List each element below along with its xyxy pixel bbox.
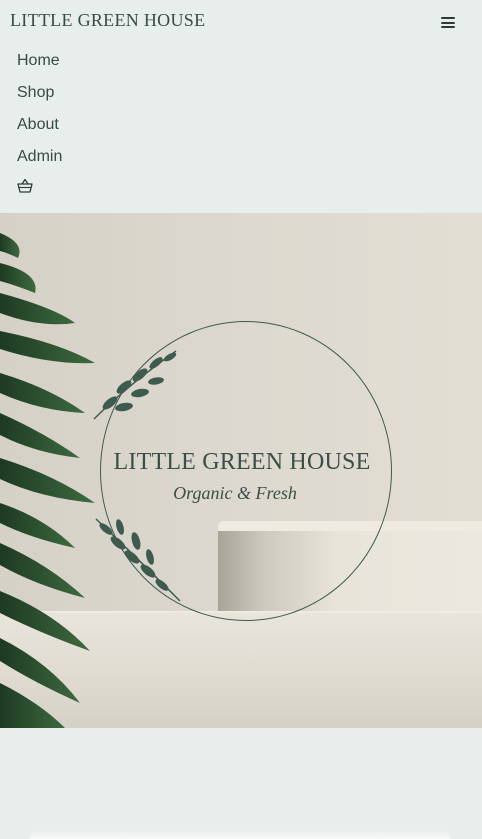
hamburger-menu-icon[interactable] xyxy=(441,17,455,28)
nav-item-shop[interactable]: Shop xyxy=(17,82,62,114)
leaf-sprig-icon xyxy=(93,350,177,420)
main-nav: Home Shop About Admin xyxy=(17,50,62,178)
brand-logo-text[interactable]: LITTLE GREEN HOUSE xyxy=(10,10,205,31)
nav-item-about[interactable]: About xyxy=(17,114,62,146)
nav-item-home[interactable]: Home xyxy=(17,50,62,82)
nav-item-admin[interactable]: Admin xyxy=(17,146,62,178)
hero-logo-title: LITTLE GREEN HOUSE xyxy=(113,449,371,475)
content-card-edge xyxy=(30,830,450,839)
menu-bar xyxy=(441,17,455,19)
menu-bar xyxy=(441,26,455,28)
cart-button[interactable] xyxy=(16,178,34,194)
basket-icon xyxy=(17,178,33,193)
leaf-sprig-icon xyxy=(95,518,181,602)
hero-banner: LITTLE GREEN HOUSE Organic & Fresh xyxy=(0,213,482,728)
menu-bar xyxy=(441,21,455,24)
hero-logo-tagline: Organic & Fresh xyxy=(173,483,297,503)
